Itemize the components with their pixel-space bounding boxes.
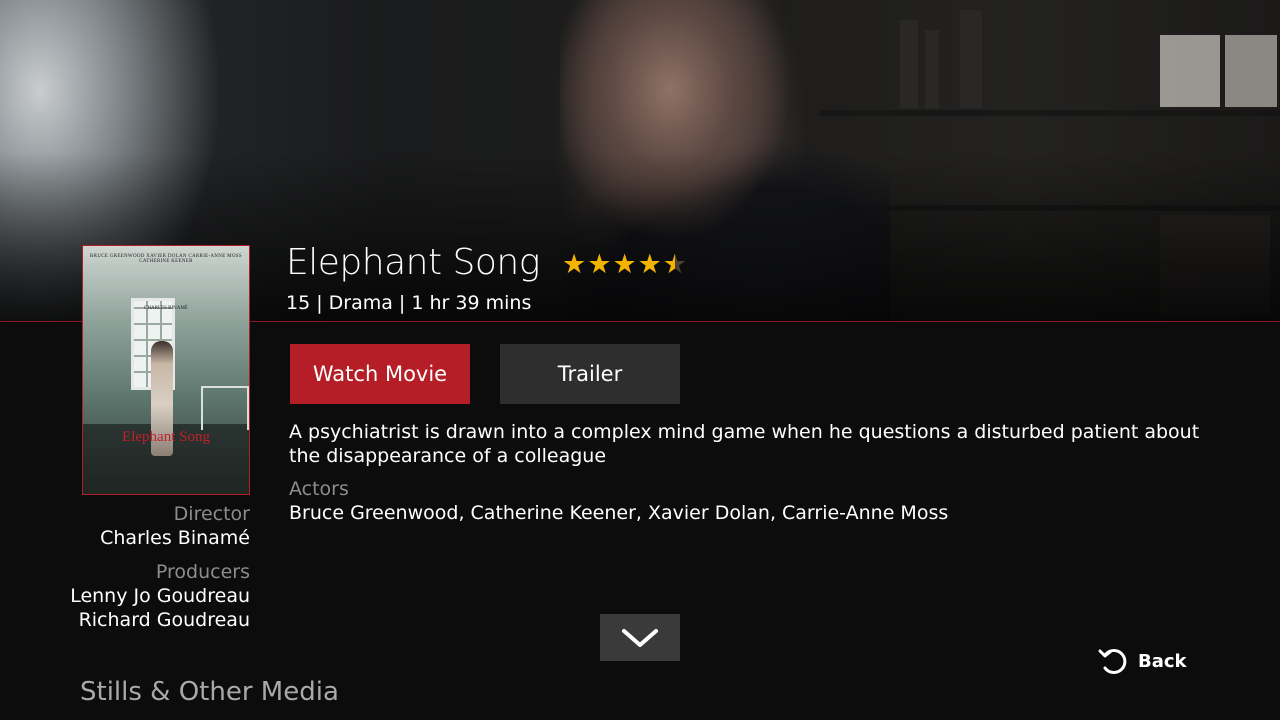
box [1160,35,1220,107]
actors-heading: Actors [289,478,349,500]
actors-list: Bruce Greenwood, Catherine Keener, Xavie… [289,502,949,524]
director-name: Charles Binamé [100,527,250,549]
back-arrow-icon [1098,649,1127,674]
stills-section-heading[interactable]: Stills & Other Media [80,677,339,707]
trailer-button[interactable]: Trailer [500,344,680,404]
director-heading: Director [173,503,250,525]
poster-title: Elephant Song [122,429,210,445]
back-button[interactable]: Back [1096,646,1187,676]
watch-movie-button[interactable]: Watch Movie [290,344,470,404]
star-icon: ★ [562,249,587,280]
book [900,20,918,108]
movie-meta: 15 | Drama | 1 hr 39 mins [286,292,532,314]
star-icon: ★ [612,249,637,280]
box [1225,35,1277,107]
star-rating: ★ ★ ★ ★ ★ [562,249,687,281]
star-icon: ★ [637,249,662,280]
back-label: Back [1138,650,1187,672]
synopsis: A psychiatrist is drawn into a complex m… [289,421,1200,467]
book [960,10,982,108]
poster-director-credit: CHARLES BINAMÉ [144,306,188,311]
poster-credits: BRUCE GREENWOOD XAVIER DOLAN CARRIE-ANNE… [90,254,242,264]
star-icon: ★ [663,250,687,281]
chevron-down-icon [622,628,658,647]
more-info-button[interactable] [600,614,680,661]
producer-name: Lenny Jo Goudreau [70,585,250,607]
book [925,30,939,108]
star-icon: ★ [587,249,612,280]
movie-poster: BRUCE GREENWOOD XAVIER DOLAN CARRIE-ANNE… [82,245,250,495]
producers-heading: Producers [155,561,250,583]
movie-title: Elephant Song [286,242,540,283]
producer-name: Richard Goudreau [78,609,250,631]
poster-bed [201,386,249,430]
